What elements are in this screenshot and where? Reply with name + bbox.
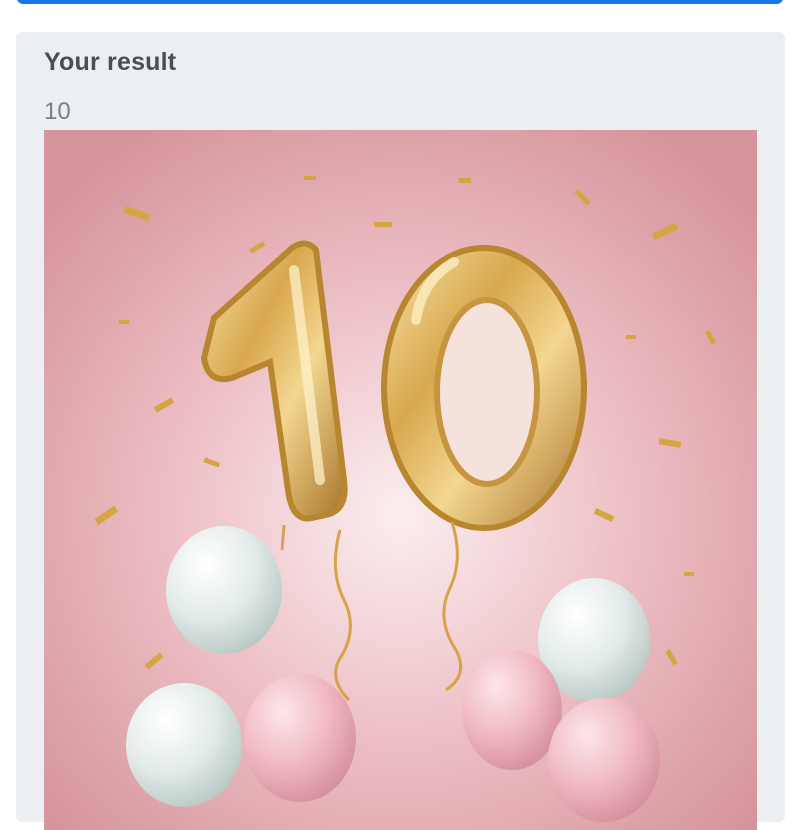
result-image	[44, 130, 757, 830]
result-title: Your result	[44, 48, 177, 76]
top-action-bar[interactable]	[17, 0, 783, 4]
gold-balloon-zero	[381, 245, 587, 531]
result-value: 10	[44, 98, 71, 125]
result-card: Your result 10	[16, 32, 785, 830]
